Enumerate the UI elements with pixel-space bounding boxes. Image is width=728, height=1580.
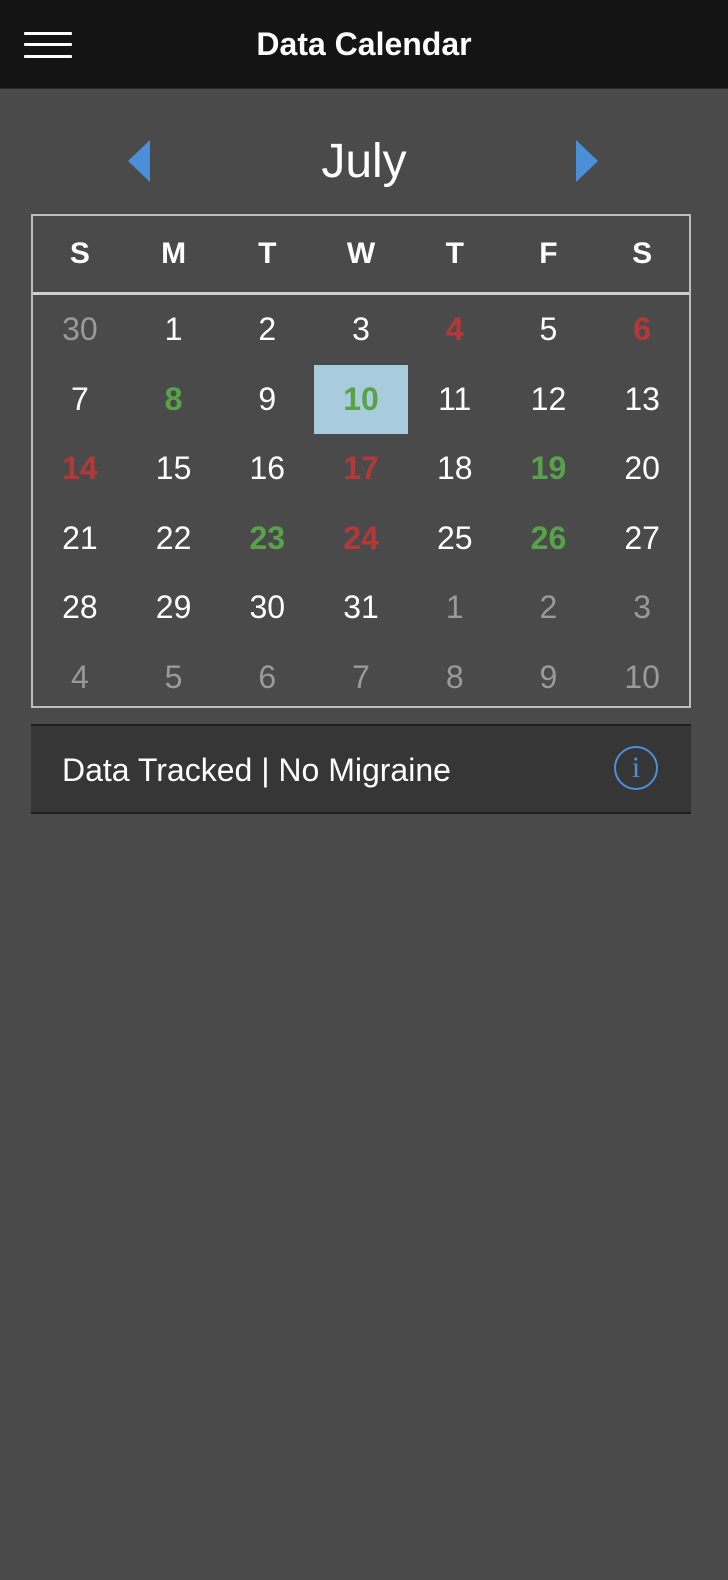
month-title: July bbox=[321, 135, 407, 188]
legend-bar: Data Tracked | No Migraine i bbox=[31, 724, 691, 814]
calendar-day[interactable]: 2 bbox=[220, 295, 314, 365]
app-header: Data Calendar bbox=[0, 0, 728, 89]
weekday-label: S bbox=[69, 237, 90, 270]
calendar-day[interactable]: 22 bbox=[127, 504, 221, 574]
calendar-day[interactable]: 18 bbox=[408, 434, 502, 504]
calendar-day[interactable]: 7 bbox=[314, 643, 408, 713]
calendar-day[interactable]: 30 bbox=[220, 573, 314, 643]
weekday-header-row: S M T W T F S bbox=[33, 216, 689, 295]
calendar-day[interactable]: 20 bbox=[595, 434, 689, 504]
calendar-day[interactable]: 3 bbox=[595, 573, 689, 643]
calendar-day[interactable]: 13 bbox=[595, 365, 689, 435]
calendar-day[interactable]: 17 bbox=[314, 434, 408, 504]
calendar-week-row: 14 15 16 17 18 19 20 bbox=[33, 434, 689, 504]
legend-text: Data Tracked | No Migraine bbox=[62, 752, 451, 788]
calendar-day[interactable]: 29 bbox=[127, 573, 221, 643]
calendar-day[interactable]: 8 bbox=[127, 365, 221, 435]
weekday-label: M bbox=[161, 237, 187, 270]
weekday-label: T bbox=[445, 237, 464, 270]
calendar-day[interactable]: 8 bbox=[408, 643, 502, 713]
calendar-day[interactable]: 3 bbox=[314, 295, 408, 365]
info-circle-icon[interactable]: i bbox=[614, 746, 658, 790]
calendar-day[interactable]: 6 bbox=[595, 295, 689, 365]
calendar-day[interactable]: 14 bbox=[33, 434, 127, 504]
month-navigation: July bbox=[0, 120, 728, 204]
next-month-icon[interactable] bbox=[576, 140, 598, 182]
page-title: Data Calendar bbox=[256, 26, 472, 62]
calendar-day[interactable]: 5 bbox=[127, 643, 221, 713]
calendar-day[interactable]: 28 bbox=[33, 573, 127, 643]
weekday-label: S bbox=[632, 237, 653, 270]
calendar-day[interactable]: 15 bbox=[127, 434, 221, 504]
calendar-day[interactable]: 30 bbox=[33, 295, 127, 365]
calendar-day[interactable]: 1 bbox=[408, 573, 502, 643]
calendar-day[interactable]: 4 bbox=[408, 295, 502, 365]
hamburger-menu-icon[interactable] bbox=[24, 28, 72, 62]
calendar-day[interactable]: 19 bbox=[502, 434, 596, 504]
weekday-label: T bbox=[258, 237, 277, 270]
calendar-day[interactable]: 5 bbox=[502, 295, 596, 365]
previous-month-icon[interactable] bbox=[128, 140, 150, 182]
calendar-day[interactable]: 12 bbox=[502, 365, 596, 435]
calendar-day[interactable]: 2 bbox=[502, 573, 596, 643]
calendar-day[interactable]: 26 bbox=[502, 504, 596, 574]
weekday-label: W bbox=[346, 237, 376, 270]
calendar-day[interactable]: 31 bbox=[314, 573, 408, 643]
calendar-week-row: 30 1 2 3 4 5 6 bbox=[33, 295, 689, 365]
calendar-day[interactable]: 1 bbox=[127, 295, 221, 365]
calendar-grid: S M T W T F S 30 1 2 3 4 5 6 7 8 9 10 11 12 13 14 15 16 1… bbox=[31, 214, 691, 708]
calendar-day[interactable]: 25 bbox=[408, 504, 502, 574]
calendar-day[interactable]: 23 bbox=[220, 504, 314, 574]
calendar-day[interactable]: 24 bbox=[314, 504, 408, 574]
calendar-week-row: 28 29 30 31 1 2 3 bbox=[33, 573, 689, 643]
calendar-day[interactable]: 27 bbox=[595, 504, 689, 574]
calendar-day[interactable]: 21 bbox=[33, 504, 127, 574]
calendar-week-row: 4 5 6 7 8 9 10 bbox=[33, 643, 689, 713]
calendar-day[interactable]: 10 bbox=[595, 643, 689, 713]
calendar-day[interactable]: 7 bbox=[33, 365, 127, 435]
calendar-day[interactable]: 6 bbox=[220, 643, 314, 713]
calendar-week-row: 7 8 9 10 11 12 13 bbox=[33, 364, 689, 435]
calendar-weeks: 30 1 2 3 4 5 6 7 8 9 10 11 12 13 14 15 16 17 18 19 20 21 22 23 2… bbox=[33, 295, 689, 712]
calendar-day[interactable]: 9 bbox=[220, 365, 314, 435]
calendar-week-row: 21 22 23 24 25 26 27 bbox=[33, 504, 689, 574]
calendar-day[interactable]: 16 bbox=[220, 434, 314, 504]
weekday-label: F bbox=[539, 237, 558, 270]
calendar-day[interactable]: 9 bbox=[502, 643, 596, 713]
calendar-day-selected[interactable]: 10 bbox=[314, 364, 408, 434]
calendar-day[interactable]: 4 bbox=[33, 643, 127, 713]
calendar-day[interactable]: 11 bbox=[408, 365, 502, 435]
